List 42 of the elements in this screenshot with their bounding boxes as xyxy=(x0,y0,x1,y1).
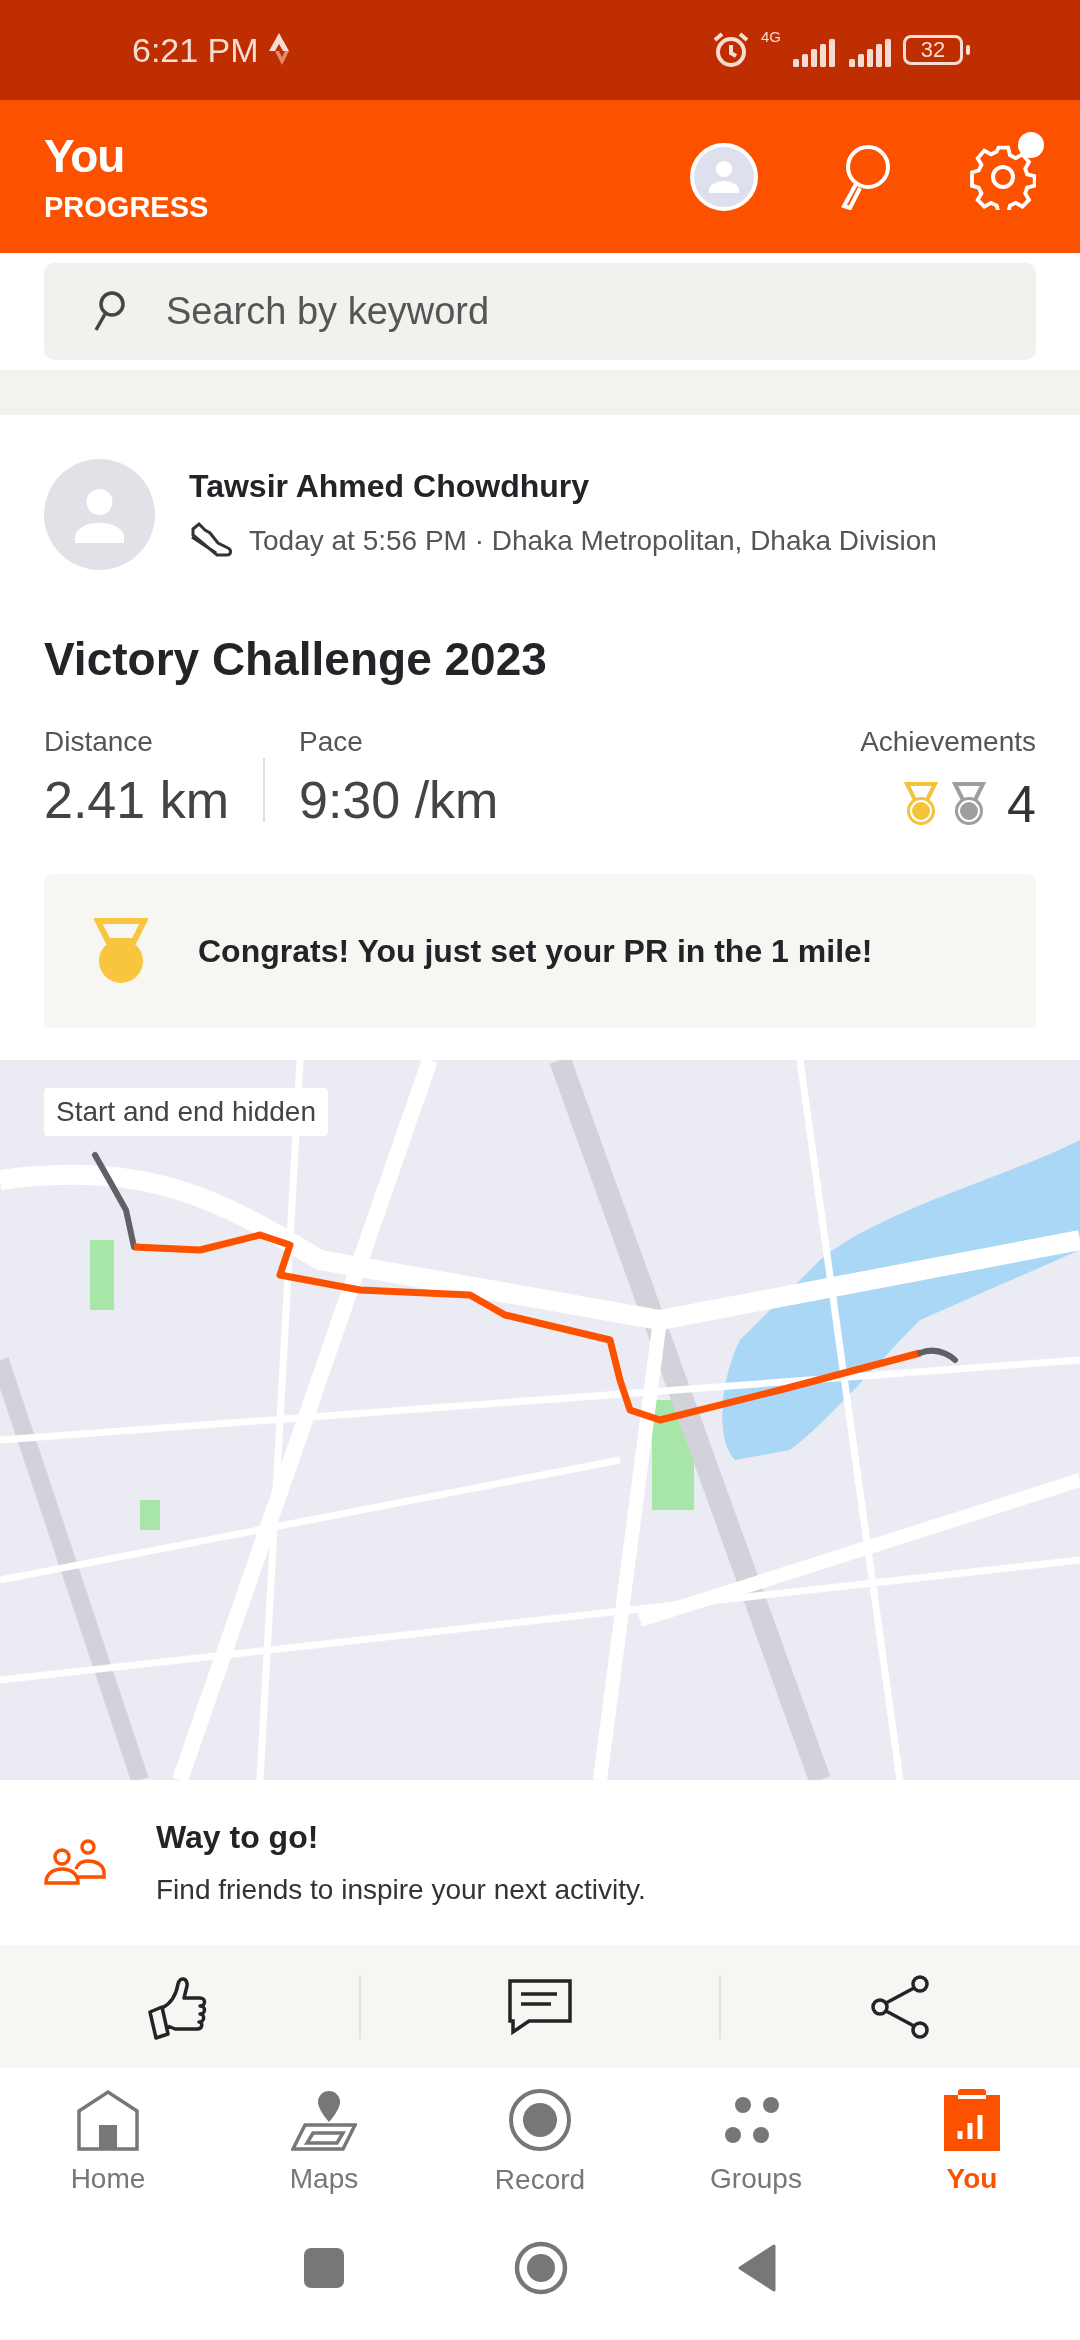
status-time: 6:21 PM xyxy=(132,30,259,70)
tab[interactable]: Record xyxy=(432,2068,648,2215)
avatar-button[interactable] xyxy=(690,142,758,211)
search-button[interactable] xyxy=(838,143,890,210)
map-badge: Start and end hidden xyxy=(44,1088,328,1136)
network-type: 4G xyxy=(761,27,781,45)
avatar-icon xyxy=(690,142,758,211)
achievement-count: 4 xyxy=(1007,774,1036,834)
alarm-icon xyxy=(711,30,751,70)
back-icon[interactable] xyxy=(738,2243,776,2292)
page-title: You xyxy=(44,129,126,183)
search-field[interactable]: Search by keyword xyxy=(44,263,1036,360)
tab[interactable]: Groups xyxy=(648,2068,864,2215)
prompt-text: Find friends to inspire your next activity. xyxy=(156,1874,646,1906)
tab[interactable]: Maps xyxy=(216,2068,432,2215)
home-icon xyxy=(75,2088,141,2151)
stat-value: 2.41 km xyxy=(44,770,229,830)
settings-icon xyxy=(970,143,1036,210)
record-icon xyxy=(508,2087,572,2152)
tab[interactable]: You xyxy=(864,2068,1080,2215)
stat-label: Achievements xyxy=(860,726,1036,758)
stat-label: Distance xyxy=(44,726,154,758)
tab[interactable]: Home xyxy=(0,2068,216,2215)
search-icon xyxy=(92,290,126,332)
avatar-icon xyxy=(44,459,155,570)
athlete-name[interactable]: Tawsir Ahmed Chowdhury xyxy=(189,468,937,505)
pr-message: Congrats! You just set your PR in the 1 mile! xyxy=(198,932,873,970)
search-icon xyxy=(838,143,890,210)
pr-medal-icon xyxy=(94,917,148,985)
home-button-icon[interactable] xyxy=(514,2240,568,2295)
map-pin-icon xyxy=(291,2088,357,2151)
stat-label: Pace xyxy=(299,726,364,758)
prompt-title: Way to go! xyxy=(156,1819,320,1856)
activity-title[interactable]: Victory Challenge 2023 xyxy=(44,632,1036,686)
page-subtitle: PROGRESS xyxy=(44,191,210,224)
friends-icon xyxy=(44,1838,106,1887)
comment-icon xyxy=(507,1977,573,2036)
settings-button[interactable] xyxy=(970,143,1036,210)
activity-meta: Today at 5:56 PM · Dhaka Metropolitan, Dhaka Division xyxy=(249,525,937,557)
progress-icon xyxy=(944,2088,1000,2151)
stat-value: 9:30 /km xyxy=(299,770,499,830)
recents-icon[interactable] xyxy=(304,2247,344,2288)
